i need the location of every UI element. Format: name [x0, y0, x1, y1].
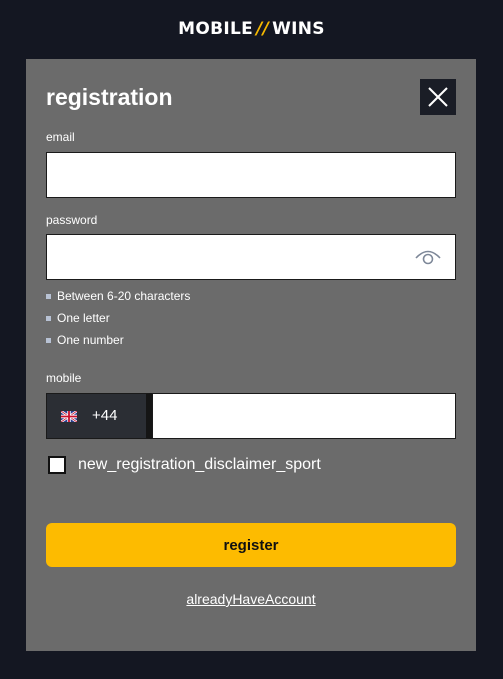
country-code-selector[interactable]: +44 — [46, 393, 152, 439]
logo-text-mobile: MOBILE — [178, 19, 254, 39]
close-button[interactable] — [420, 79, 456, 115]
password-rule: One letter — [46, 311, 110, 325]
logo-slash: // — [256, 19, 270, 39]
mobile-field[interactable] — [152, 393, 456, 439]
logo-text-wins: WINS — [272, 19, 325, 39]
uk-flag-icon — [61, 411, 77, 422]
disclaimer-label: new_registration_disclaimer_sport — [78, 456, 321, 473]
country-code: +44 — [92, 407, 118, 424]
logo: MOBILE//WINS — [0, 19, 503, 39]
email-label: email — [46, 130, 75, 144]
password-rule-text: Between 6-20 characters — [57, 289, 191, 303]
password-rule: One number — [46, 333, 124, 347]
password-rule-text: One number — [57, 333, 124, 347]
password-rule-text: One letter — [57, 311, 110, 325]
email-field[interactable] — [46, 152, 456, 198]
bullet-icon — [46, 293, 51, 299]
close-icon — [428, 87, 448, 107]
bullet-icon — [46, 337, 51, 343]
bullet-icon — [46, 315, 51, 321]
registration-modal: registration email password Between 6-20… — [26, 59, 476, 651]
modal-title: registration — [46, 84, 173, 110]
disclaimer-checkbox[interactable] — [48, 456, 66, 474]
password-field[interactable] — [46, 234, 456, 280]
password-label: password — [46, 213, 98, 227]
mobile-label: mobile — [46, 371, 82, 385]
eye-icon[interactable] — [415, 248, 441, 266]
already-have-account-link[interactable]: alreadyHaveAccount — [26, 591, 476, 607]
password-rule: Between 6-20 characters — [46, 289, 190, 303]
register-button[interactable]: register — [46, 523, 456, 567]
